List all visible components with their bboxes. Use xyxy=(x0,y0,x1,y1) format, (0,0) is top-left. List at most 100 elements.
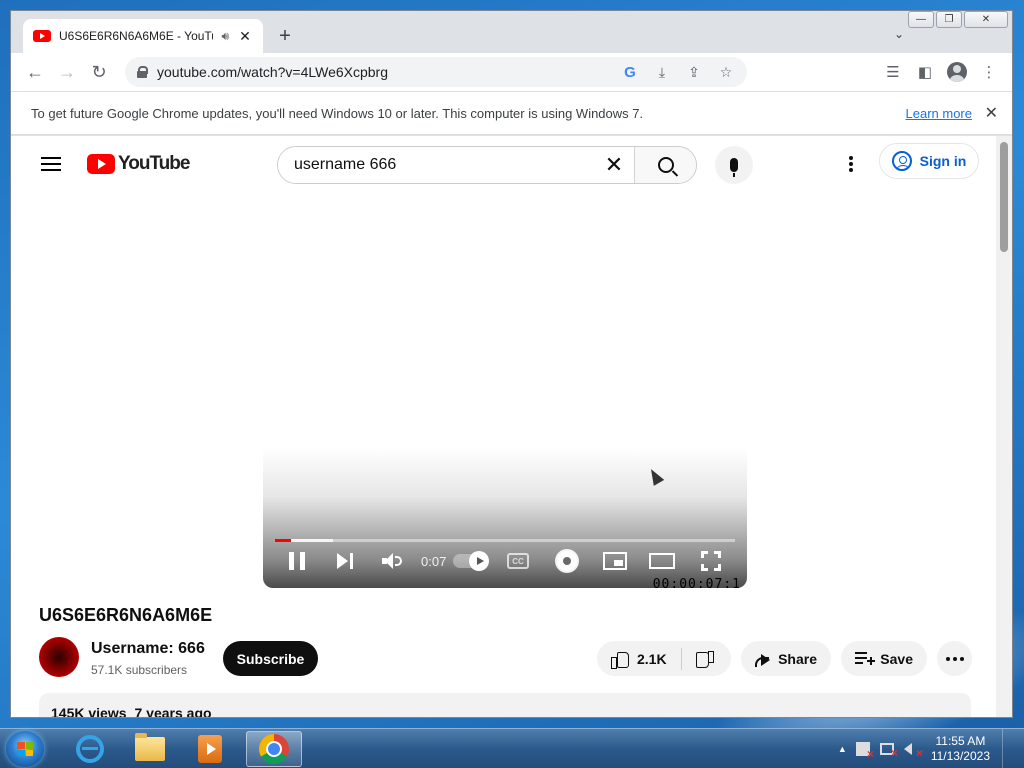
internet-explorer-icon xyxy=(76,735,104,763)
youtube-play-logo-icon xyxy=(87,154,115,174)
sign-in-button[interactable]: Sign in xyxy=(879,143,979,179)
fullscreen-icon xyxy=(701,551,721,571)
share-button[interactable]: Share xyxy=(741,641,831,676)
subscriber-count: 57.1K subscribers xyxy=(91,663,188,677)
youtube-page: YouTube ✕ Sign in xyxy=(11,136,1012,717)
dislike-button[interactable] xyxy=(682,641,728,676)
volume-icon xyxy=(382,553,402,569)
close-window-button[interactable]: ✕ xyxy=(964,11,1008,28)
taskbar-media-player[interactable] xyxy=(182,731,238,767)
lock-icon[interactable] xyxy=(137,66,148,78)
show-desktop-button[interactable] xyxy=(1002,729,1014,768)
next-button[interactable] xyxy=(337,550,353,572)
bookmark-star-icon[interactable]: ☆ xyxy=(715,61,737,83)
thumb-down-icon xyxy=(695,650,714,668)
action-center-flag-icon[interactable] xyxy=(855,741,874,761)
upload-age: 7 years ago xyxy=(134,705,212,717)
like-dislike-group: 2.1K xyxy=(597,641,731,676)
search-button[interactable] xyxy=(634,147,696,183)
address-bar[interactable]: youtube.com/watch?v=4LWe6Xcpbrg G ⤓ ⇪ ☆ xyxy=(125,57,747,87)
settings-button[interactable] xyxy=(557,550,577,572)
speaker-icon[interactable]: 🔊︎ xyxy=(221,29,229,44)
autoplay-toggle[interactable] xyxy=(453,550,489,572)
tab-youtube[interactable]: U6S6E6R6N6A6M6E - YouTube 🔊︎ ✕ xyxy=(23,19,263,53)
learn-more-link[interactable]: Learn more xyxy=(906,106,972,121)
omnibox-actions: G ⤓ ⇪ ☆ xyxy=(619,57,747,87)
mute-button[interactable] xyxy=(382,550,402,572)
chrome-menu-icon[interactable]: ⋮ xyxy=(976,57,1002,87)
sign-in-label: Sign in xyxy=(919,153,967,169)
save-button[interactable]: Save xyxy=(841,641,927,676)
window-controls: — ❐ ✕ xyxy=(908,11,1008,28)
video-title: U6S6E6R6N6A6M6E xyxy=(39,605,213,625)
pause-icon xyxy=(289,552,305,570)
infobar-message: To get future Google Chrome updates, you… xyxy=(31,105,644,121)
clear-search-icon[interactable]: ✕ xyxy=(594,147,634,183)
youtube-header: YouTube ✕ Sign in xyxy=(11,136,996,192)
video-player[interactable]: 0:07 CC 00:00:07:1 xyxy=(263,448,747,588)
share-label: Share xyxy=(778,650,817,667)
channel-avatar[interactable] xyxy=(39,637,79,677)
toolbar-right: ☰ ◧ ⋮ xyxy=(880,57,1002,87)
pause-button[interactable] xyxy=(289,550,305,572)
taskbar-google-chrome[interactable] xyxy=(246,731,302,767)
channel-name[interactable]: Username: 666 xyxy=(91,640,205,658)
share-page-icon[interactable]: ⇪ xyxy=(683,61,705,83)
theater-mode-button[interactable] xyxy=(649,550,675,572)
google-lens-icon[interactable]: G xyxy=(619,61,641,83)
side-panel-icon[interactable]: ◧ xyxy=(912,57,938,87)
forward-button[interactable]: → xyxy=(51,56,83,88)
thumb-up-icon xyxy=(611,650,629,669)
miniplayer-button[interactable] xyxy=(603,550,627,572)
media-player-icon xyxy=(198,735,222,763)
current-time: 0:07 xyxy=(421,553,447,569)
playlist-add-icon xyxy=(855,651,875,666)
new-tab-button[interactable]: + xyxy=(273,25,297,47)
subscribe-button[interactable]: Subscribe xyxy=(223,641,318,676)
reload-button[interactable]: ↻ xyxy=(83,56,115,88)
time-display: 0:07 xyxy=(421,550,446,572)
profile-button[interactable] xyxy=(944,57,970,87)
start-button[interactable] xyxy=(6,731,44,767)
show-hidden-icons-chevron-icon[interactable]: ▲ xyxy=(838,744,847,754)
system-tray: ▲ 11:55 AM 11/13/2023 xyxy=(838,729,1014,768)
system-clock[interactable]: 11:55 AM 11/13/2023 xyxy=(931,734,990,764)
voice-search-button[interactable] xyxy=(715,146,753,184)
tab-search-chevron-icon[interactable]: ⌄ xyxy=(894,27,904,41)
tab-close-icon[interactable]: ✕ xyxy=(237,28,253,45)
theater-mode-icon xyxy=(649,553,675,569)
like-count: 2.1K xyxy=(637,650,667,667)
minimize-button[interactable]: — xyxy=(908,11,934,28)
more-actions-button[interactable] xyxy=(937,641,972,676)
install-app-icon[interactable]: ⤓ xyxy=(651,61,673,83)
reading-list-icon[interactable]: ☰ xyxy=(880,57,906,87)
browser-toolbar: ← → ↻ youtube.com/watch?v=4LWe6Xcpbrg G … xyxy=(11,53,1012,91)
volume-muted-icon[interactable] xyxy=(903,741,923,760)
tab-title: U6S6E6R6N6A6M6E - YouTube xyxy=(59,29,213,43)
search-input[interactable] xyxy=(278,147,594,183)
url-text[interactable]: youtube.com/watch?v=4LWe6Xcpbrg xyxy=(157,64,388,80)
network-icon[interactable] xyxy=(879,741,898,760)
account-circle-icon xyxy=(891,151,912,171)
taskbar-windows-explorer[interactable] xyxy=(122,731,178,767)
back-button[interactable]: ← xyxy=(19,56,51,88)
captions-button[interactable]: CC xyxy=(507,550,529,572)
folder-icon xyxy=(135,733,165,761)
youtube-logo-text: YouTube xyxy=(118,153,190,174)
menu-icon[interactable] xyxy=(41,157,61,171)
description-box[interactable]: 145K views 7 years ago xyxy=(39,693,971,717)
gear-icon xyxy=(557,551,577,571)
video-timecode-overlay: 00:00:07:1 xyxy=(652,577,741,588)
restore-button[interactable]: ❐ xyxy=(936,11,962,28)
profile-icon xyxy=(947,62,967,82)
youtube-logo[interactable]: YouTube xyxy=(87,153,190,175)
infobar-close-icon[interactable]: ✕ xyxy=(985,103,998,123)
fullscreen-button[interactable] xyxy=(701,550,721,572)
like-button[interactable]: 2.1K xyxy=(597,641,681,676)
windows-logo-icon xyxy=(17,742,33,756)
scrollbar-thumb[interactable] xyxy=(1000,142,1008,252)
taskbar-internet-explorer[interactable] xyxy=(62,731,118,767)
settings-more-icon[interactable] xyxy=(841,154,861,174)
page-scrollbar[interactable] xyxy=(996,136,1012,717)
next-icon xyxy=(337,553,353,569)
